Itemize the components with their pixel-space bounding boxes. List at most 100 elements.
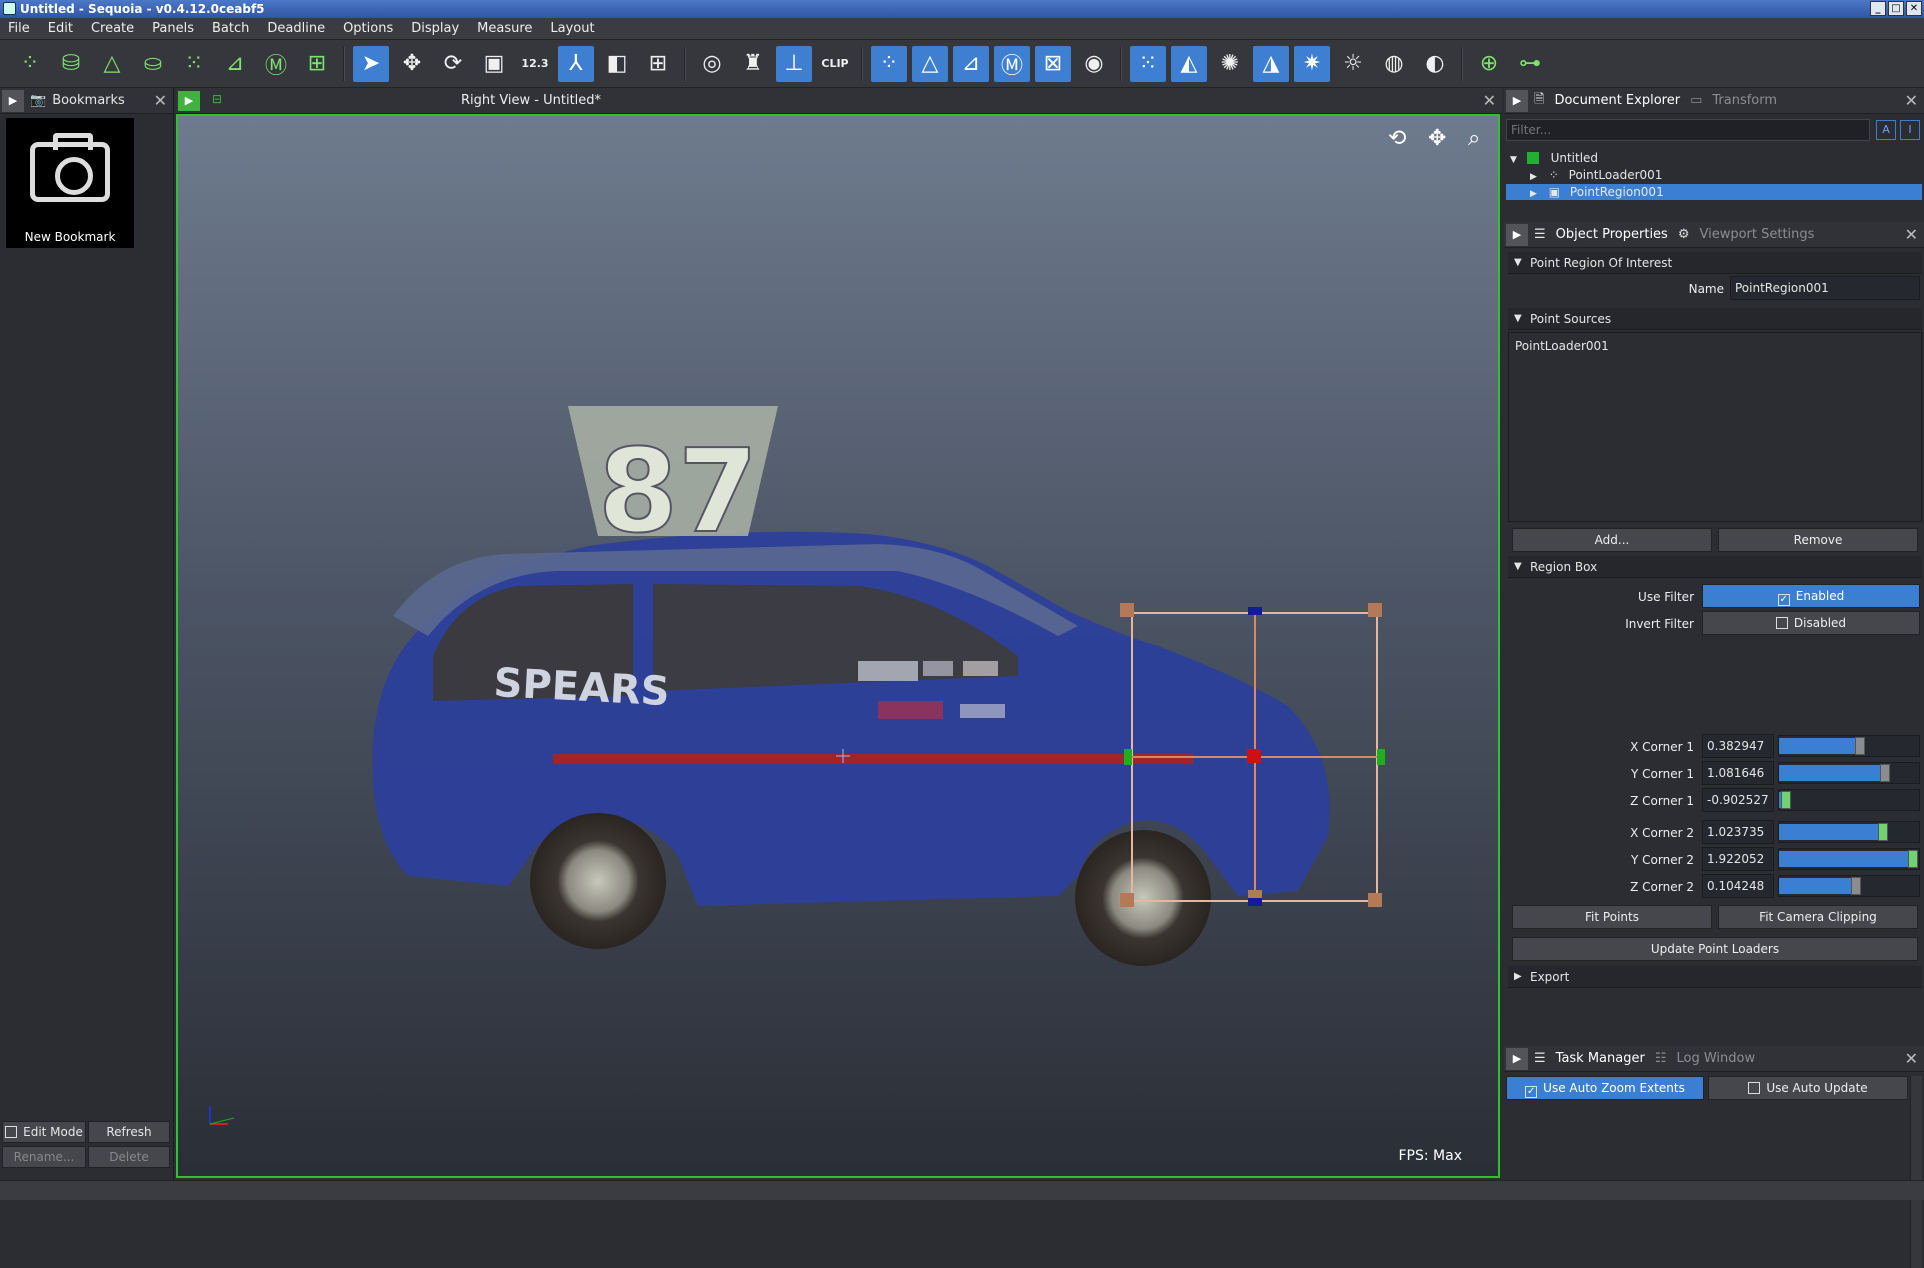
tab-document-explorer[interactable]: Document Explorer [1544,93,1690,108]
slider-handle[interactable] [1851,877,1861,895]
close-viewport-icon[interactable]: ✕ [1483,91,1496,110]
filter-a-icon[interactable]: A [1876,120,1896,140]
create-surface-icon[interactable]: △ [94,46,130,82]
globe-icon[interactable]: ◍ [1376,46,1412,82]
tree-root[interactable]: ▼ Untitled [1510,151,1598,165]
create-cylinder-icon[interactable]: ⛀ [135,46,171,82]
create-plane-icon[interactable]: ⊿ [217,46,253,82]
corner-value-field[interactable]: 1.081646 [1702,761,1774,785]
focus-icon[interactable]: ◎ [694,46,730,82]
explorer-filter-input[interactable] [1506,119,1870,141]
corner-value-field[interactable]: 0.382947 [1702,734,1774,758]
fit-camera-clipping-button[interactable]: Fit Camera Clipping [1718,905,1918,929]
menu-measure[interactable]: Measure [477,21,532,36]
chevron-right-icon[interactable]: ▶ [1530,172,1537,182]
menu-edit[interactable]: Edit [48,21,73,36]
corner-slider[interactable] [1778,789,1920,811]
corner-value-field[interactable]: -0.902527 [1702,788,1774,812]
auto-zoom-toggle[interactable]: ✓ Use Auto Zoom Extents [1506,1076,1704,1100]
remove-source-button[interactable]: Remove [1718,528,1918,552]
show-points-icon[interactable]: ⁘ [871,45,907,82]
menu-batch[interactable]: Batch [212,21,249,36]
menu-create[interactable]: Create [91,21,134,36]
slider-handle[interactable] [1880,764,1890,782]
move-tool-icon[interactable]: ✥ [394,46,430,82]
corner-slider[interactable] [1778,762,1920,784]
tab-log-window[interactable]: Log Window [1666,1051,1765,1066]
task-scrollbar[interactable] [1910,1076,1922,1268]
rename-button[interactable]: Rename... [2,1146,86,1168]
tab-object-properties[interactable]: Object Properties [1546,227,1678,242]
name-field[interactable]: PointRegion001 [1730,276,1920,300]
sparkle-icon[interactable]: ✺ [1212,46,1248,82]
light-icon[interactable]: ☼ [1335,46,1371,82]
point-sources-list[interactable]: PointLoader001 [1508,332,1922,522]
corner-slider[interactable] [1778,875,1920,897]
menu-layout[interactable]: Layout [550,21,594,36]
section-export[interactable]: Export [1508,966,1922,988]
ground-plane-icon[interactable]: ⊥ [776,45,812,82]
rotate-tool-icon[interactable]: ⟳ [435,46,471,82]
show-cameras-icon[interactable]: ◉ [1076,46,1112,82]
clip-icon[interactable]: CLIP [817,46,853,82]
use-filter-toggle[interactable]: ✓ Enabled [1702,584,1920,608]
menu-panels[interactable]: Panels [152,21,194,36]
show-meshes-icon[interactable]: △ [912,45,948,82]
close-window-button[interactable]: ✕ [1906,1,1922,16]
panel-toggle-icon[interactable]: ▶ [1506,1047,1528,1070]
slider-handle[interactable] [1908,850,1918,868]
star-points-icon[interactable]: ✷ [1294,45,1330,82]
panel-toggle-icon[interactable]: ▶ [2,89,24,112]
create-point-loader-icon[interactable]: ⁘ [12,46,48,82]
measure-tool-icon[interactable]: 12.3 [517,46,553,82]
slider-handle[interactable] [1781,791,1791,809]
corner-slider[interactable] [1778,821,1920,843]
menu-file[interactable]: File [8,21,30,36]
tree-item-pointregion[interactable]: ▶ ▣ PointRegion001 [1506,184,1922,200]
create-region-icon[interactable]: ⊞ [299,46,335,82]
auto-update-toggle[interactable]: Use Auto Update [1708,1076,1908,1100]
edit-mode-checkbox[interactable]: Edit Mode [2,1121,86,1143]
show-markers-icon[interactable]: Ⓜ [994,45,1030,82]
create-marker-icon[interactable]: Ⓜ [258,46,294,82]
select-tool-icon[interactable]: ➤ [353,45,389,82]
grid-view-icon[interactable]: ⊞ [640,46,676,82]
slider-handle[interactable] [1878,823,1888,841]
viewport-canvas[interactable]: ⟲ ✥ ⌕ 87 SPEARS FPS: Max [176,114,1500,1178]
fit-points-button[interactable]: Fit Points [1512,905,1712,929]
section-point-sources[interactable]: Point Sources [1508,308,1922,330]
lighting-icon[interactable]: ◮ [1253,45,1289,82]
update-point-loaders-button[interactable]: Update Point Loaders [1512,937,1918,961]
tree-item-pointloader[interactable]: ▶ ⁘ PointLoader001 [1530,168,1662,182]
show-regions-icon[interactable]: ⊠ [1035,45,1071,82]
slider-handle[interactable] [1855,737,1865,755]
box-view-icon[interactable]: ◧ [599,46,635,82]
panel-toggle-icon[interactable]: ▶ [1506,89,1528,112]
axis-tool-icon[interactable]: ⅄ [558,45,594,82]
panel-toggle-icon[interactable]: ▶ [1506,223,1528,246]
invert-filter-toggle[interactable]: Disabled [1702,611,1920,635]
tab-viewport-settings[interactable]: Viewport Settings [1689,227,1824,242]
corner-value-field[interactable]: 1.023735 [1702,820,1774,844]
chevron-right-icon[interactable]: ▶ [1530,189,1537,199]
section-roi[interactable]: Point Region Of Interest [1508,252,1922,274]
section-region-box[interactable]: Region Box [1508,556,1922,578]
corner-slider[interactable] [1778,735,1920,757]
chevron-down-icon[interactable]: ▼ [1510,155,1517,165]
camera-rig-icon[interactable]: ♜ [735,46,771,82]
menu-options[interactable]: Options [343,21,393,36]
tab-task-manager[interactable]: Task Manager [1546,1051,1655,1066]
show-planes-icon[interactable]: ⊿ [953,45,989,82]
close-icon[interactable]: ✕ [154,91,167,110]
maximize-button[interactable]: □ [1888,1,1904,16]
corner-value-field[interactable]: 0.104248 [1702,874,1774,898]
pivot-icon[interactable]: ⊶ [1512,46,1548,82]
create-mesh-icon[interactable]: ⛁ [53,46,89,82]
point-display-icon[interactable]: ⁙ [1130,45,1166,82]
menu-display[interactable]: Display [411,21,459,36]
corner-slider[interactable] [1778,848,1920,870]
bookmarks-tab[interactable]: Bookmarks [52,93,125,108]
mesh-display-icon[interactable]: ◭ [1171,45,1207,82]
minimize-button[interactable]: _ [1870,1,1886,16]
create-scatter-icon[interactable]: ⁙ [176,46,212,82]
